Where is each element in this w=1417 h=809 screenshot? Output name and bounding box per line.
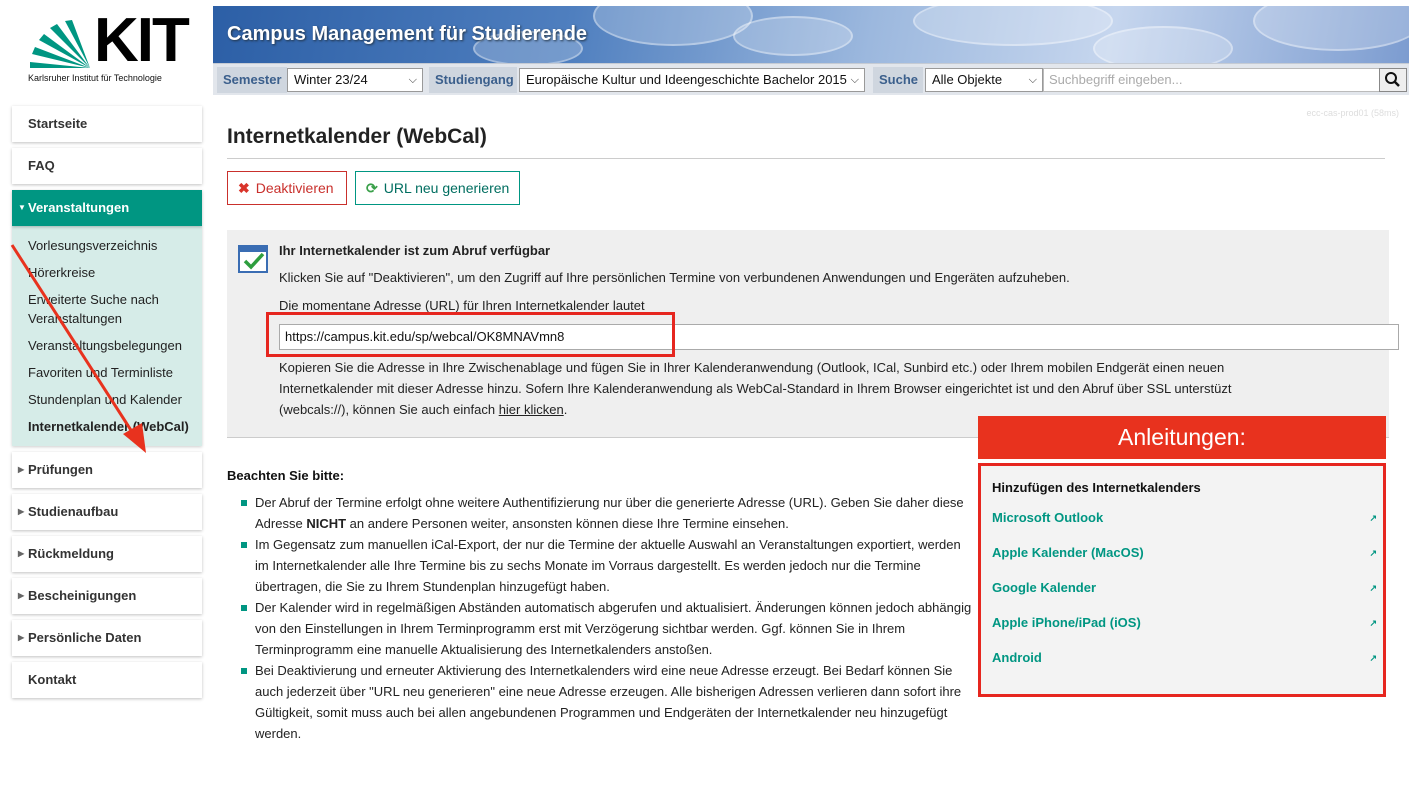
deactivate-label: Deaktivieren	[255, 180, 334, 196]
search-scope-value: Alle Objekte	[932, 72, 1003, 87]
deactivate-button[interactable]: ✖ Deaktivieren	[227, 171, 347, 205]
studiengang-label: Studiengang	[429, 67, 517, 93]
sidebar-submenu: Vorlesungsverzeichnis Hörerkreise Erweit…	[12, 226, 202, 446]
kit-logo-text: KIT	[94, 6, 190, 75]
sidebar-item-bescheinigungen[interactable]: ▶ Bescheinigungen	[12, 578, 202, 614]
external-link-icon: ↗	[1369, 583, 1377, 593]
kit-fan-icon	[30, 20, 90, 68]
guide-link-label: Microsoft Outlook	[992, 510, 1104, 525]
divider	[227, 158, 1385, 159]
sidebar-item-startseite[interactable]: Startseite	[12, 106, 202, 142]
info-copy-line-1: Kopieren Sie die Adresse in Ihre Zwische…	[279, 360, 1225, 375]
caret-right-icon: ▶	[18, 591, 25, 600]
main-content: ecc-cas-prod01 (58ms) Internetkalender (…	[213, 100, 1409, 809]
info-copy-line-2: Internetkalender mit dieser Adresse hinz…	[279, 381, 1232, 396]
sidebar-item-label: Veranstaltungen	[28, 200, 130, 215]
subnav-hoererkreise[interactable]: Hörerkreise	[12, 259, 202, 286]
info-heading: Ihr Internetkalender ist zum Abruf verfü…	[279, 243, 551, 258]
hier-klicken-link[interactable]: hier klicken	[499, 402, 564, 417]
search-icon	[1385, 72, 1400, 87]
sidebar-item-label: Persönliche Daten	[28, 630, 142, 645]
calendar-check-icon	[238, 245, 268, 273]
chevron-down-icon: ⌵	[1028, 74, 1037, 86]
caret-right-icon: ▶	[18, 633, 25, 642]
search-scope-select[interactable]: Alle Objekte ⌵	[925, 68, 1043, 92]
guide-link-label: Apple iPhone/iPad (iOS)	[992, 615, 1141, 630]
sidebar-item-veranstaltungen[interactable]: ▼ Veranstaltungen	[12, 190, 202, 226]
subnav-erweiterte-suche[interactable]: Erweiterte Suche nach Veranstaltungen	[12, 286, 202, 332]
anleitungen-banner: Anleitungen:	[978, 416, 1386, 459]
refresh-icon: ⟳	[366, 180, 378, 196]
info-text-deactivate: Klicken Sie auf "Deaktivieren", um den Z…	[279, 270, 1070, 285]
anleitungen-box: Hinzufügen des Internetkalenders Microso…	[978, 463, 1386, 697]
caret-right-icon: ▶	[18, 507, 25, 516]
subnav-favoriten[interactable]: Favoriten und Terminliste	[12, 359, 202, 386]
note-text: an andere Personen weiter, ansonsten kön…	[346, 516, 789, 531]
semester-value: Winter 23/24	[294, 72, 368, 87]
kit-logo[interactable]: KIT Karlsruher Institut für Technologie	[12, 6, 202, 96]
semester-label: Semester	[217, 67, 287, 93]
subnav-vorlesungsverzeichnis[interactable]: Vorlesungsverzeichnis	[12, 232, 202, 259]
notes-section: Beachten Sie bitte: Der Abruf der Termin…	[227, 468, 975, 744]
regenerate-label: URL neu generieren	[383, 180, 510, 196]
external-link-icon: ↗	[1369, 618, 1377, 628]
studiengang-value: Europäische Kultur und Ideengeschichte B…	[526, 72, 847, 87]
guide-link-label: Google Kalender	[992, 580, 1097, 595]
sidebar-item-pruefungen[interactable]: ▶ Prüfungen	[12, 452, 202, 488]
context-bar: Semester Winter 23/24 ⌵ Studiengang Euro…	[213, 63, 1409, 95]
search-input[interactable]: Suchbegriff eingeben...	[1043, 68, 1381, 92]
external-link-icon: ↗	[1369, 513, 1377, 523]
studiengang-select[interactable]: Europäische Kultur und Ideengeschichte B…	[519, 68, 865, 92]
info-copy-text: (webcals://), können Sie auch einfach	[279, 402, 499, 417]
caret-down-icon: ▼	[18, 203, 26, 212]
sidebar-item-label: Prüfungen	[28, 462, 93, 477]
guide-link-label: Android	[992, 650, 1042, 665]
sidebar-item-studienaufbau[interactable]: ▶ Studienaufbau	[12, 494, 202, 530]
subnav-stundenplan[interactable]: Stundenplan und Kalender	[12, 386, 202, 413]
semester-select[interactable]: Winter 23/24 ⌵	[287, 68, 423, 92]
sidebar-item-label: Rückmeldung	[28, 546, 114, 561]
external-link-icon: ↗	[1369, 548, 1377, 558]
page-title: Internetkalender (WebCal)	[227, 125, 487, 148]
close-icon: ✖	[238, 180, 250, 196]
external-link-icon: ↗	[1369, 653, 1377, 663]
caret-right-icon: ▶	[18, 549, 25, 558]
suche-label: Suche	[873, 67, 923, 93]
url-highlight-box	[266, 312, 675, 357]
chevron-down-icon: ⌵	[408, 74, 417, 86]
sidebar: Startseite FAQ ▼ Veranstaltungen Vorlesu…	[12, 106, 202, 704]
guide-link-google[interactable]: Google Kalender ↗	[992, 580, 1377, 595]
sidebar-item-persoenliche-daten[interactable]: ▶ Persönliche Daten	[12, 620, 202, 656]
sidebar-item-faq[interactable]: FAQ	[12, 148, 202, 184]
guide-link-label: Apple Kalender (MacOS)	[992, 545, 1144, 560]
guide-link-macos[interactable]: Apple Kalender (MacOS) ↗	[992, 545, 1377, 560]
guide-link-outlook[interactable]: Microsoft Outlook ↗	[992, 510, 1377, 525]
subnav-veranstaltungsbelegungen[interactable]: Veranstaltungsbelegungen	[12, 332, 202, 359]
note-emphasis: NICHT	[306, 516, 347, 531]
subnav-internetkalender[interactable]: Internetkalender (WebCal)	[12, 413, 202, 440]
sidebar-item-label: Bescheinigungen	[28, 588, 137, 603]
regenerate-url-button[interactable]: ⟳ URL neu generieren	[355, 171, 520, 205]
info-copy-end: .	[563, 402, 568, 417]
caret-right-icon: ▶	[18, 465, 25, 474]
notes-heading: Beachten Sie bitte:	[227, 468, 345, 483]
note-item: Im Gegensatz zum manuellen iCal-Export, …	[227, 534, 975, 597]
note-item: Der Abruf der Termine erfolgt ohne weite…	[227, 492, 975, 534]
search-button[interactable]	[1379, 68, 1407, 92]
info-copy-line-3: (webcals://), können Sie auch einfach hi…	[279, 399, 567, 420]
sidebar-item-label: Studienaufbau	[28, 504, 119, 519]
sidebar-item-rueckmeldung[interactable]: ▶ Rückmeldung	[12, 536, 202, 572]
note-item: Bei Deaktivierung und erneuter Aktivieru…	[227, 660, 975, 744]
chevron-down-icon: ⌵	[850, 74, 859, 86]
kit-logo-subtitle: Karlsruher Institut für Technologie	[28, 73, 162, 83]
app-title: Campus Management für Studierende	[227, 23, 588, 45]
guide-link-ios[interactable]: Apple iPhone/iPad (iOS) ↗	[992, 615, 1377, 630]
sidebar-item-kontakt[interactable]: Kontakt	[12, 662, 202, 698]
anleitungen-heading: Hinzufügen des Internetkalenders	[992, 480, 1201, 495]
header-banner: Campus Management für Studierende	[213, 6, 1409, 63]
note-item: Der Kalender wird in regelmäßigen Abstän…	[227, 597, 975, 660]
guide-link-android[interactable]: Android ↗	[992, 650, 1377, 665]
server-tag: ecc-cas-prod01 (58ms)	[1306, 108, 1399, 118]
